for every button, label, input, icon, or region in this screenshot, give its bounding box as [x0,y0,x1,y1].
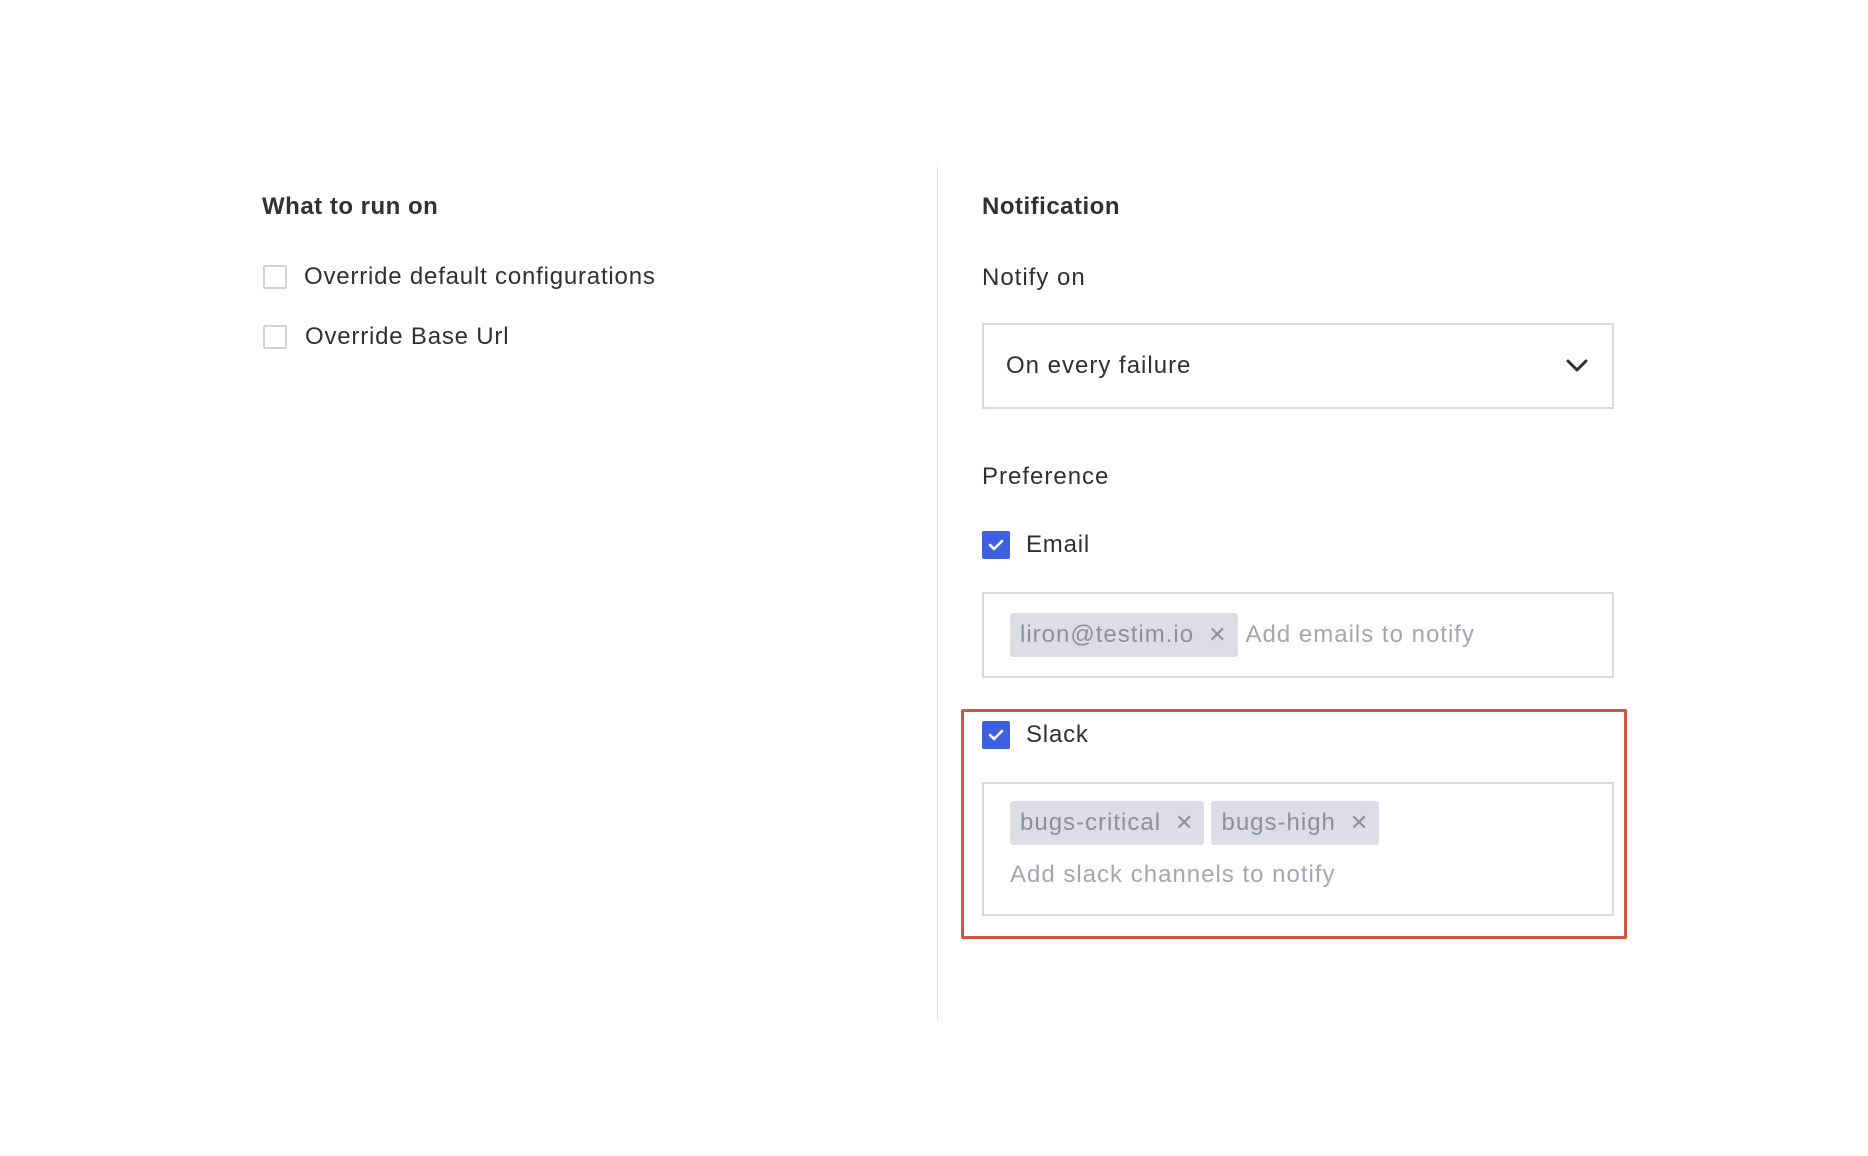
override-base-url-label: Override Base Url [305,323,510,350]
panel-divider [937,167,938,1020]
slack-checkbox[interactable] [982,721,1010,749]
notify-on-select[interactable]: On every failure [982,323,1614,409]
slack-tag: bugs-high ✕ [1211,801,1380,845]
slack-tag-label: bugs-high [1221,809,1336,836]
checkmark-icon [988,539,1004,551]
slack-tag: bugs-critical ✕ [1010,801,1205,845]
slack-input-placeholder: Add slack channels to notify [1010,861,1336,888]
override-base-url-option[interactable]: Override Base Url [263,320,509,354]
email-preference-option[interactable]: Email [982,528,1090,562]
email-tag-label: liron@testim.io [1020,621,1195,648]
slack-tag-label: bugs-critical [1020,809,1162,836]
override-default-configurations-checkbox[interactable] [263,265,287,289]
email-checkbox[interactable] [982,531,1010,559]
preference-label: Preference [982,463,1110,490]
chevron-down-icon[interactable] [1566,359,1588,373]
remove-tag-icon[interactable]: ✕ [1208,624,1227,646]
email-label: Email [1026,531,1091,558]
notify-on-selected-value: On every failure [1006,352,1192,379]
email-tag: liron@testim.io ✕ [1010,613,1238,657]
override-base-url-checkbox[interactable] [263,325,287,349]
notification-title: Notification [982,193,1120,220]
email-recipients-input[interactable]: liron@testim.io ✕ Add emails to notify [982,592,1614,678]
remove-tag-icon[interactable]: ✕ [1175,812,1194,834]
slack-label: Slack [1026,721,1089,748]
slack-preference-option[interactable]: Slack [982,718,1089,752]
checkmark-icon [988,729,1004,741]
email-input-placeholder: Add emails to notify [1245,621,1475,648]
what-to-run-on-title: What to run on [262,193,439,220]
slack-channels-input[interactable]: bugs-critical ✕ bugs-high ✕ Add slack ch… [982,782,1614,916]
remove-tag-icon[interactable]: ✕ [1350,812,1369,834]
override-default-configurations-label: Override default configurations [304,263,656,290]
notify-on-label: Notify on [982,264,1086,291]
override-default-configurations-option[interactable]: Override default configurations [263,260,656,294]
slack-tag-list: bugs-critical ✕ bugs-high ✕ [1010,801,1586,845]
schedule-settings-page: What to run on Override default configur… [0,0,1868,1156]
